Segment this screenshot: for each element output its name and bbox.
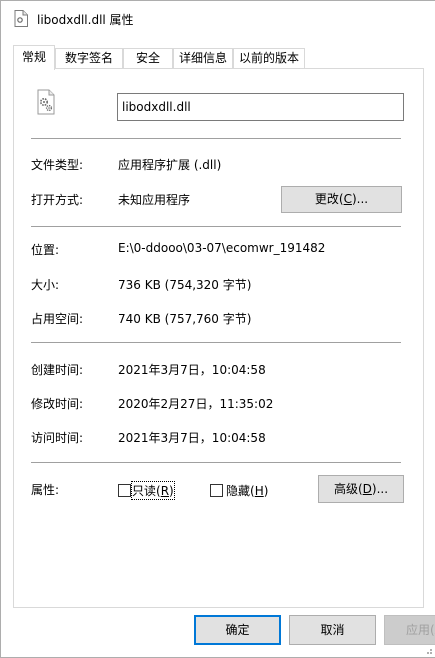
window-title: libodxdll.dll 属性: [37, 13, 134, 27]
hidden-label[interactable]: 隐藏(H): [226, 482, 268, 499]
location-value: E:\0-ddooo\03-07\ecomwr_191482: [118, 241, 326, 255]
tab-previous-versions[interactable]: 以前的版本: [233, 48, 305, 69]
disk-size-value: 740 KB (757,760 字节): [118, 312, 252, 326]
tab-security[interactable]: 安全: [123, 48, 173, 69]
modified-label: 修改时间:: [31, 397, 84, 411]
tab-strip: 常规 数字签名 安全 详细信息 以前的版本: [13, 45, 423, 70]
attributes-label: 属性:: [31, 483, 60, 497]
file-type-value: 应用程序扩展 (.dll): [118, 158, 222, 172]
separator: [31, 342, 401, 343]
title-bar[interactable]: libodxdll.dll 属性: [1, 1, 435, 37]
file-type-label: 文件类型:: [31, 158, 84, 172]
dll-gear-icon: [37, 89, 55, 115]
separator: [31, 226, 401, 227]
size-value: 736 KB (754,320 字节): [118, 278, 252, 292]
separator: [31, 138, 401, 139]
accessed-label: 访问时间:: [31, 431, 84, 445]
tab-digital-signatures[interactable]: 数字签名: [55, 48, 123, 69]
location-label: 位置:: [31, 243, 60, 257]
change-button-label: 更改(C)...: [314, 192, 369, 206]
resize-grip-icon[interactable]: [423, 645, 433, 655]
disk-size-label: 占用空间:: [31, 312, 84, 326]
created-label: 创建时间:: [31, 363, 84, 377]
tab-details[interactable]: 详细信息: [173, 48, 233, 69]
readonly-label[interactable]: 只读(R): [131, 481, 175, 500]
advanced-button[interactable]: 高级(D)...: [318, 475, 404, 503]
tab-general[interactable]: 常规: [13, 45, 55, 70]
separator: [31, 462, 401, 463]
readonly-checkbox[interactable]: [118, 484, 131, 497]
cancel-button[interactable]: 取消: [289, 615, 376, 645]
file-name-field[interactable]: libodxdll.dll: [117, 93, 404, 121]
modified-value: 2020年2月27日，11:35:02: [118, 397, 274, 411]
general-panel: [13, 68, 424, 608]
hidden-checkbox[interactable]: [210, 484, 223, 497]
apply-button[interactable]: 应用(A): [384, 615, 435, 645]
created-value: 2021年3月7日，10:04:58: [118, 363, 266, 377]
properties-window: libodxdll.dll 属性 常规 数字签名 安全 详细信息 以前的版本 l…: [0, 0, 435, 658]
opens-with-label: 打开方式:: [31, 193, 84, 207]
document-icon: [14, 10, 28, 27]
size-label: 大小:: [31, 278, 60, 292]
ok-button[interactable]: 确定: [194, 615, 281, 645]
change-button[interactable]: 更改(C)...: [281, 186, 402, 213]
accessed-value: 2021年3月7日，10:04:58: [118, 431, 266, 445]
opens-with-value: 未知应用程序: [118, 193, 191, 207]
